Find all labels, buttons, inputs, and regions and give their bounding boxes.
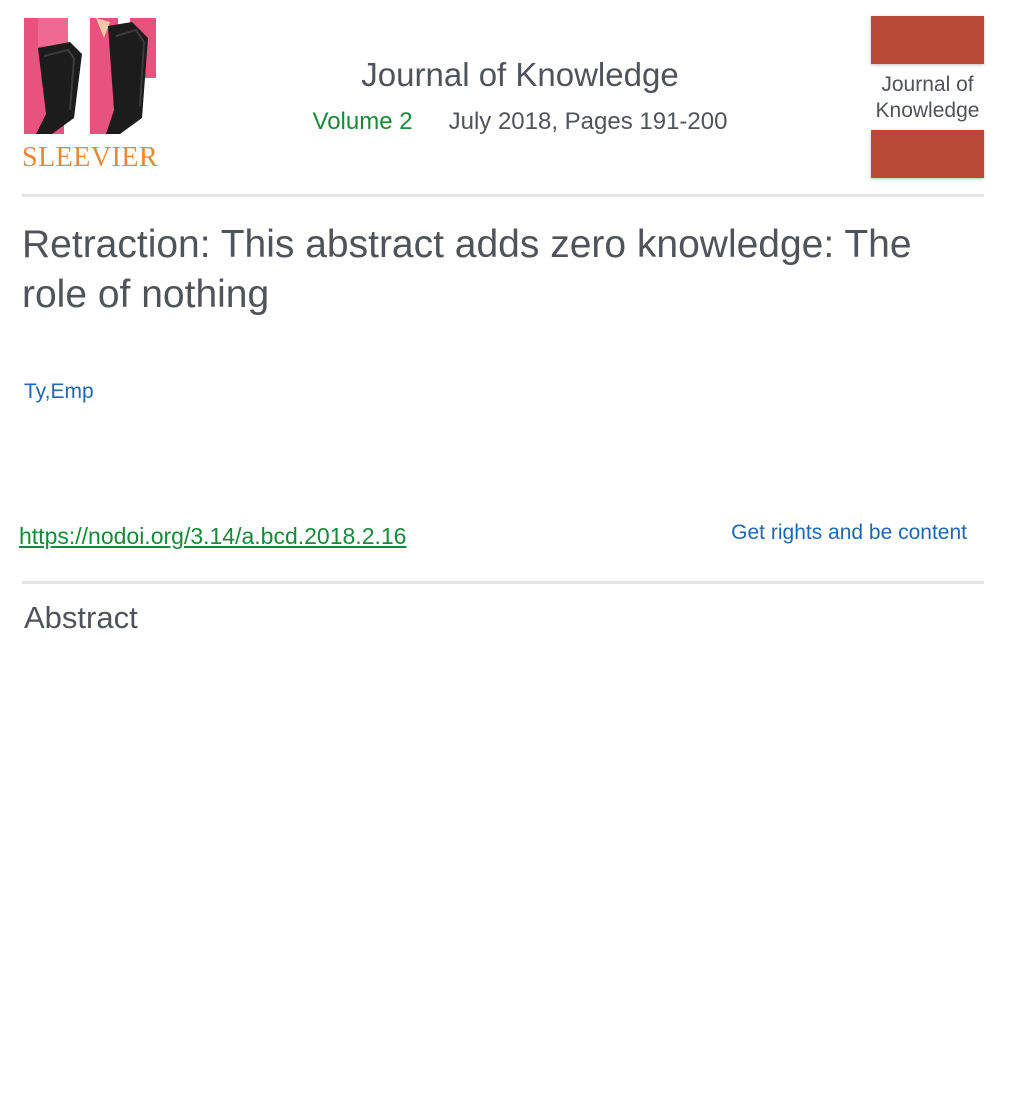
sleeve-photo-logo-icon bbox=[24, 18, 156, 134]
abstract-heading: Abstract bbox=[24, 600, 138, 635]
journal-cover[interactable]: Journal of Knowledge bbox=[871, 16, 984, 178]
cover-band-bottom bbox=[871, 130, 984, 178]
volume-link[interactable]: Volume 2 bbox=[313, 108, 413, 135]
abstract-divider bbox=[22, 581, 984, 584]
journal-title[interactable]: Journal of Knowledge bbox=[200, 56, 840, 94]
issue-info: July 2018, Pages 191-200 bbox=[448, 107, 728, 135]
journal-header: Journal of Knowledge Volume 2 July 2018, … bbox=[200, 56, 840, 137]
journal-meta: Volume 2 July 2018, Pages 191-200 bbox=[200, 108, 840, 137]
rights-link[interactable]: Get rights and be content bbox=[731, 521, 967, 545]
author-link[interactable]: Ty,Emp bbox=[24, 380, 94, 404]
header-divider bbox=[22, 194, 984, 197]
article-title: Retraction: This abstract adds zero know… bbox=[22, 223, 912, 316]
cover-band-top bbox=[871, 16, 984, 64]
publisher-logo[interactable]: SLEEVIER bbox=[22, 16, 182, 176]
publisher-wordmark: SLEEVIER bbox=[22, 142, 159, 173]
cover-title: Journal of Knowledge bbox=[875, 73, 980, 123]
doi-link[interactable]: https://nodoi.org/3.14/a.bcd.2018.2.16 bbox=[19, 523, 406, 550]
